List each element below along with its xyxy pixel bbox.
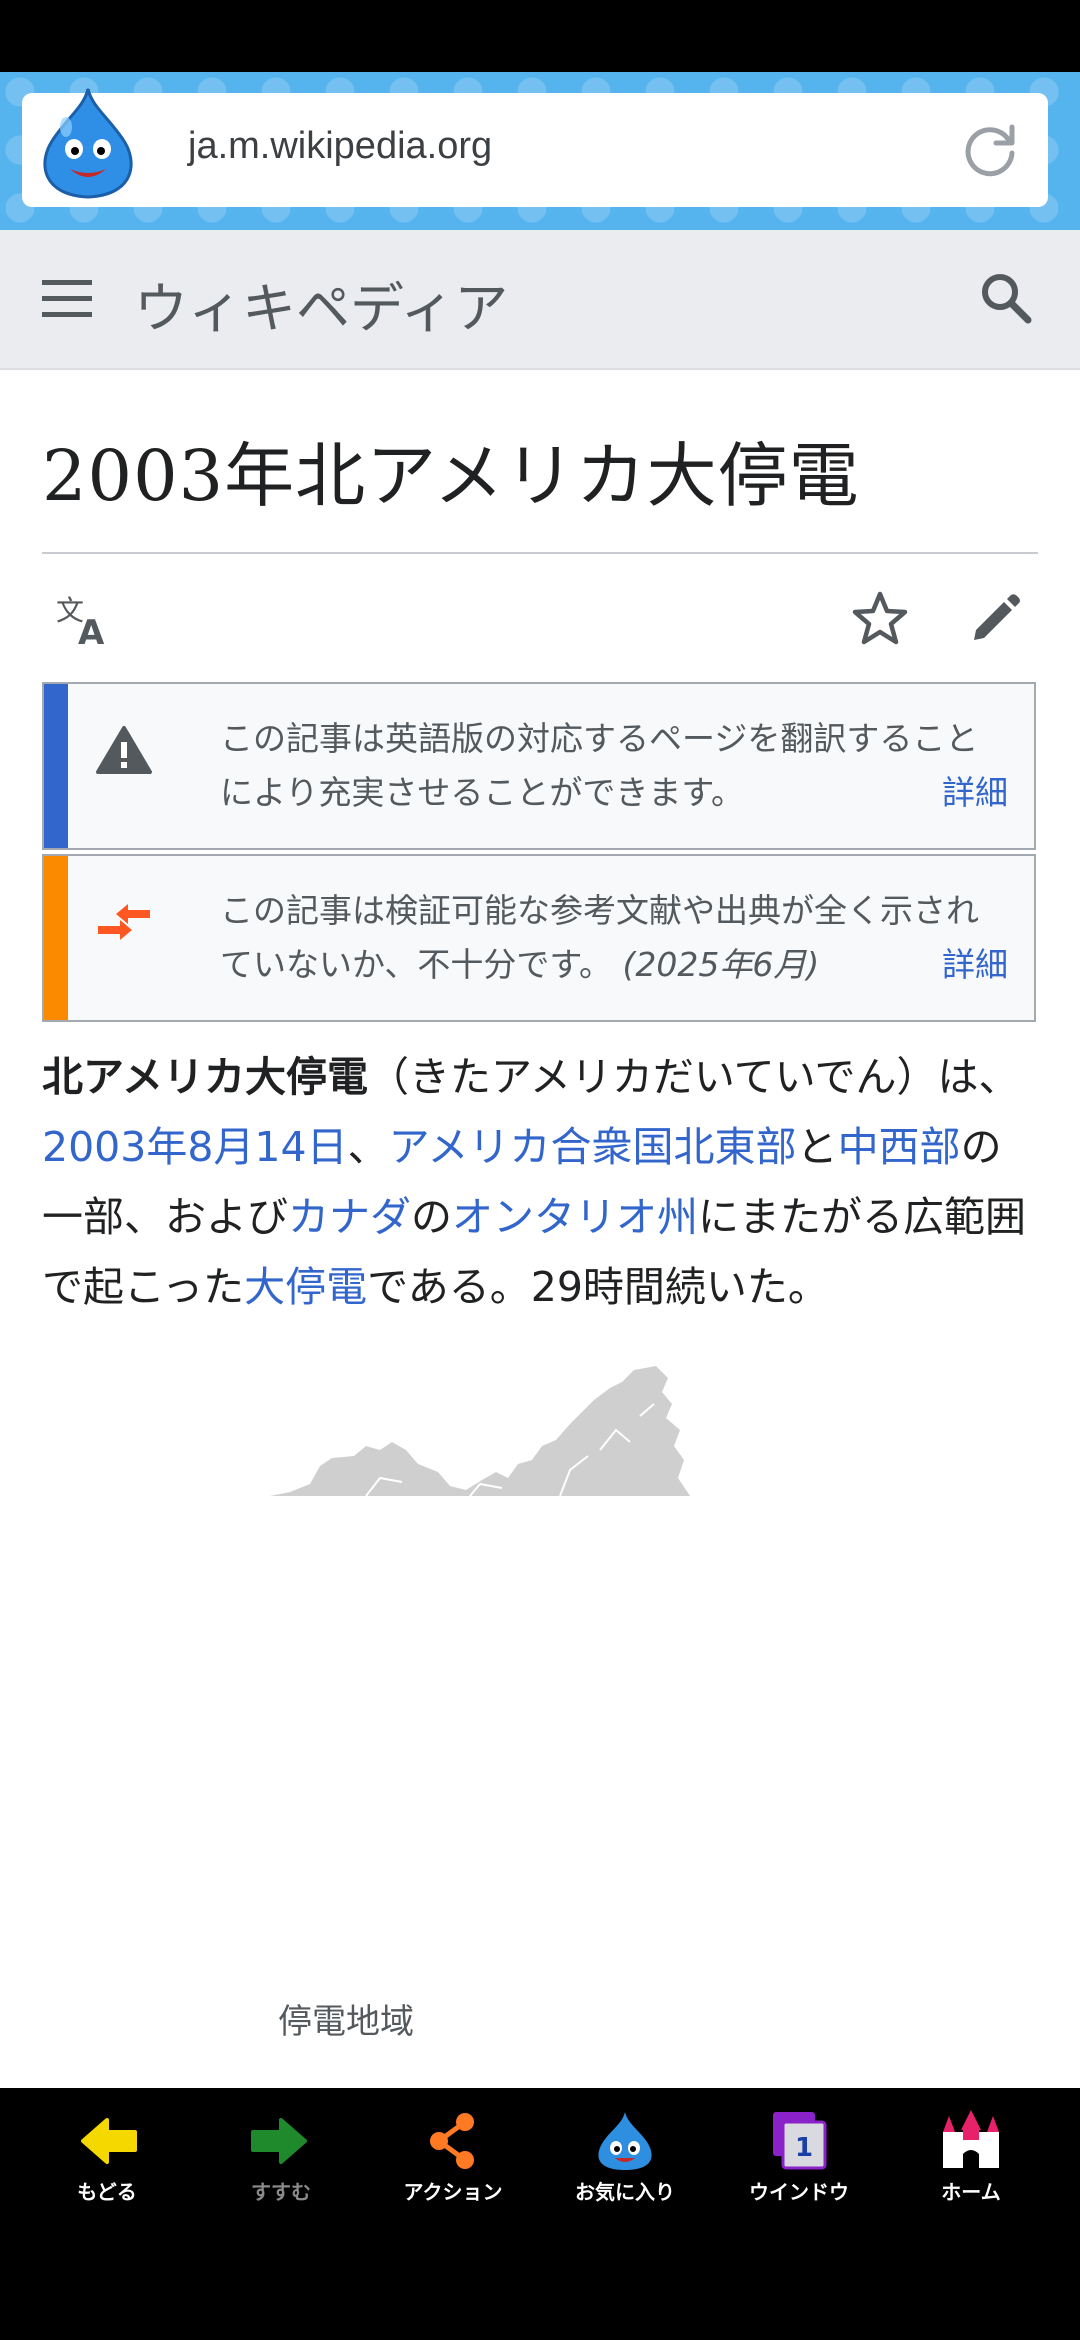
forward-arrow-icon: [251, 2118, 307, 2164]
forward-label: すすむ: [251, 2180, 311, 2204]
merge-arrows-icon: [98, 904, 150, 940]
notice-text: この記事は検証可能な参考文献や出典が全く示されていないか、不十分です。 (202…: [220, 884, 1008, 992]
slime-logo-icon[interactable]: [36, 83, 140, 207]
notice-accent-bar: [44, 684, 68, 848]
window-icon: 1: [773, 2112, 827, 2170]
notice-text: この記事は英語版の対応するページを翻訳することにより充実させることができます。: [220, 719, 979, 812]
translation-notice: この記事は英語版の対応するページを翻訳することにより充実させることができます。 …: [42, 682, 1036, 850]
link-blackout[interactable]: 大停電: [244, 1263, 367, 1311]
castle-icon: [943, 2110, 999, 2168]
notice-text-body: この記事は検証可能な参考文献や出典が全く示されていないか、不十分です。: [220, 891, 979, 984]
home-button[interactable]: ホーム: [886, 2110, 1056, 2220]
notice-details-link[interactable]: 詳細: [942, 938, 1008, 986]
lead-reading: （きたアメリカだいていでん）: [367, 1053, 938, 1101]
share-icon: [430, 2113, 474, 2169]
lead-text: は、: [937, 1053, 1020, 1101]
wikipedia-logo[interactable]: ウィキペディア: [134, 264, 508, 343]
notice-details-link[interactable]: 詳細: [942, 766, 1008, 814]
title-divider: [42, 552, 1038, 554]
lead-text: 、: [347, 1123, 389, 1171]
back-label: もどる: [77, 2180, 137, 2204]
reload-icon[interactable]: [962, 121, 1020, 179]
blackout-map-image[interactable]: [270, 1360, 690, 1500]
status-bar: [0, 0, 1080, 72]
link-ontario[interactable]: オンタリオ州: [452, 1193, 698, 1241]
action-label: アクション: [403, 2180, 503, 2204]
window-count: 1: [795, 2133, 813, 2163]
svg-text:A: A: [78, 613, 105, 650]
language-icon[interactable]: 文 A: [54, 590, 114, 650]
link-midwest[interactable]: 中西部: [838, 1123, 961, 1171]
lead-bold-term: 北アメリカ大停電: [42, 1053, 368, 1101]
slime-icon: [598, 2112, 652, 2170]
link-date[interactable]: 2003年8月14日: [42, 1123, 348, 1171]
warning-icon: [96, 726, 152, 774]
lead-paragraph: 北アメリカ大停電（きたアメリカだいていでん）は、 2003年8月14日、アメリカ合…: [42, 1042, 1042, 1322]
page-title: 2003年北アメリカ大停電: [42, 435, 860, 517]
edit-pencil-icon[interactable]: [966, 588, 1026, 648]
watch-star-icon[interactable]: [850, 588, 910, 648]
window-button[interactable]: 1 ウインドウ: [714, 2110, 884, 2220]
window-label: ウインドウ: [749, 2180, 849, 2204]
url-text[interactable]: ja.m.wikipedia.org: [188, 125, 492, 168]
notice-date: (2025年6月): [622, 945, 820, 984]
favorites-button[interactable]: お気に入り: [540, 2110, 710, 2220]
address-bar[interactable]: ja.m.wikipedia.org: [22, 88, 1048, 207]
link-us-northeast[interactable]: アメリカ合衆国北東部: [389, 1123, 797, 1171]
citation-notice: この記事は検証可能な参考文献や出典が全く示されていないか、不十分です。 (202…: [42, 854, 1036, 1022]
favorites-label: お気に入り: [575, 2180, 675, 2204]
lead-text: である。29時間続いた。: [367, 1263, 829, 1311]
forward-button[interactable]: すすむ: [196, 2110, 366, 2220]
wiki-header: ウィキペディア: [0, 230, 1080, 370]
lead-text: と: [796, 1123, 838, 1171]
notice-accent-bar: [44, 856, 68, 1020]
search-icon[interactable]: [978, 270, 1034, 326]
back-button[interactable]: もどる: [22, 2110, 192, 2220]
browser-bottom-nav: もどる すすむ アクション お気に入り 1 ウインドウ ホーム: [0, 2088, 1080, 2340]
link-canada[interactable]: カナダ: [288, 1193, 411, 1241]
menu-icon[interactable]: [42, 276, 92, 320]
action-button[interactable]: アクション: [368, 2110, 538, 2220]
browser-toolbar: ja.m.wikipedia.org: [0, 72, 1080, 230]
back-arrow-icon: [81, 2118, 137, 2164]
home-label: ホーム: [941, 2180, 1001, 2204]
lead-text: の: [411, 1193, 452, 1241]
figure-caption: 停電地域: [278, 2002, 414, 2042]
